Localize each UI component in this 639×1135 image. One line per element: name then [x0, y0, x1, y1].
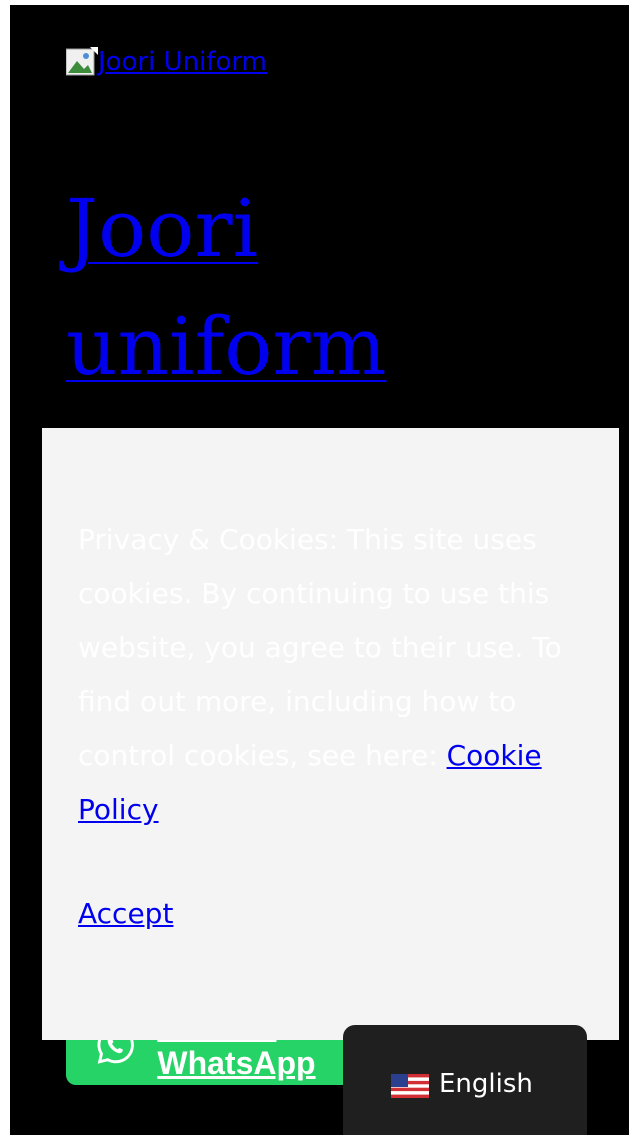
- accept-button[interactable]: Accept: [78, 887, 173, 941]
- cookie-message: Privacy & Cookies: This site uses cookie…: [78, 523, 562, 772]
- page: Joori Uniform Joori uniform Chat on What…: [10, 5, 629, 1135]
- language-switcher[interactable]: English: [343, 1025, 587, 1135]
- cookie-text: Privacy & Cookies: This site uses cookie…: [78, 513, 583, 837]
- language-label: English: [439, 1069, 533, 1099]
- broken-image-icon: [66, 47, 98, 76]
- logo-link[interactable]: Joori Uniform: [66, 47, 267, 77]
- site-title: Joori uniform: [66, 170, 486, 406]
- cookie-banner: Privacy & Cookies: This site uses cookie…: [42, 428, 619, 1040]
- logo-alt-text: Joori Uniform: [98, 47, 268, 77]
- us-flag-icon: [391, 1074, 429, 1098]
- site-title-link[interactable]: Joori uniform: [66, 182, 387, 393]
